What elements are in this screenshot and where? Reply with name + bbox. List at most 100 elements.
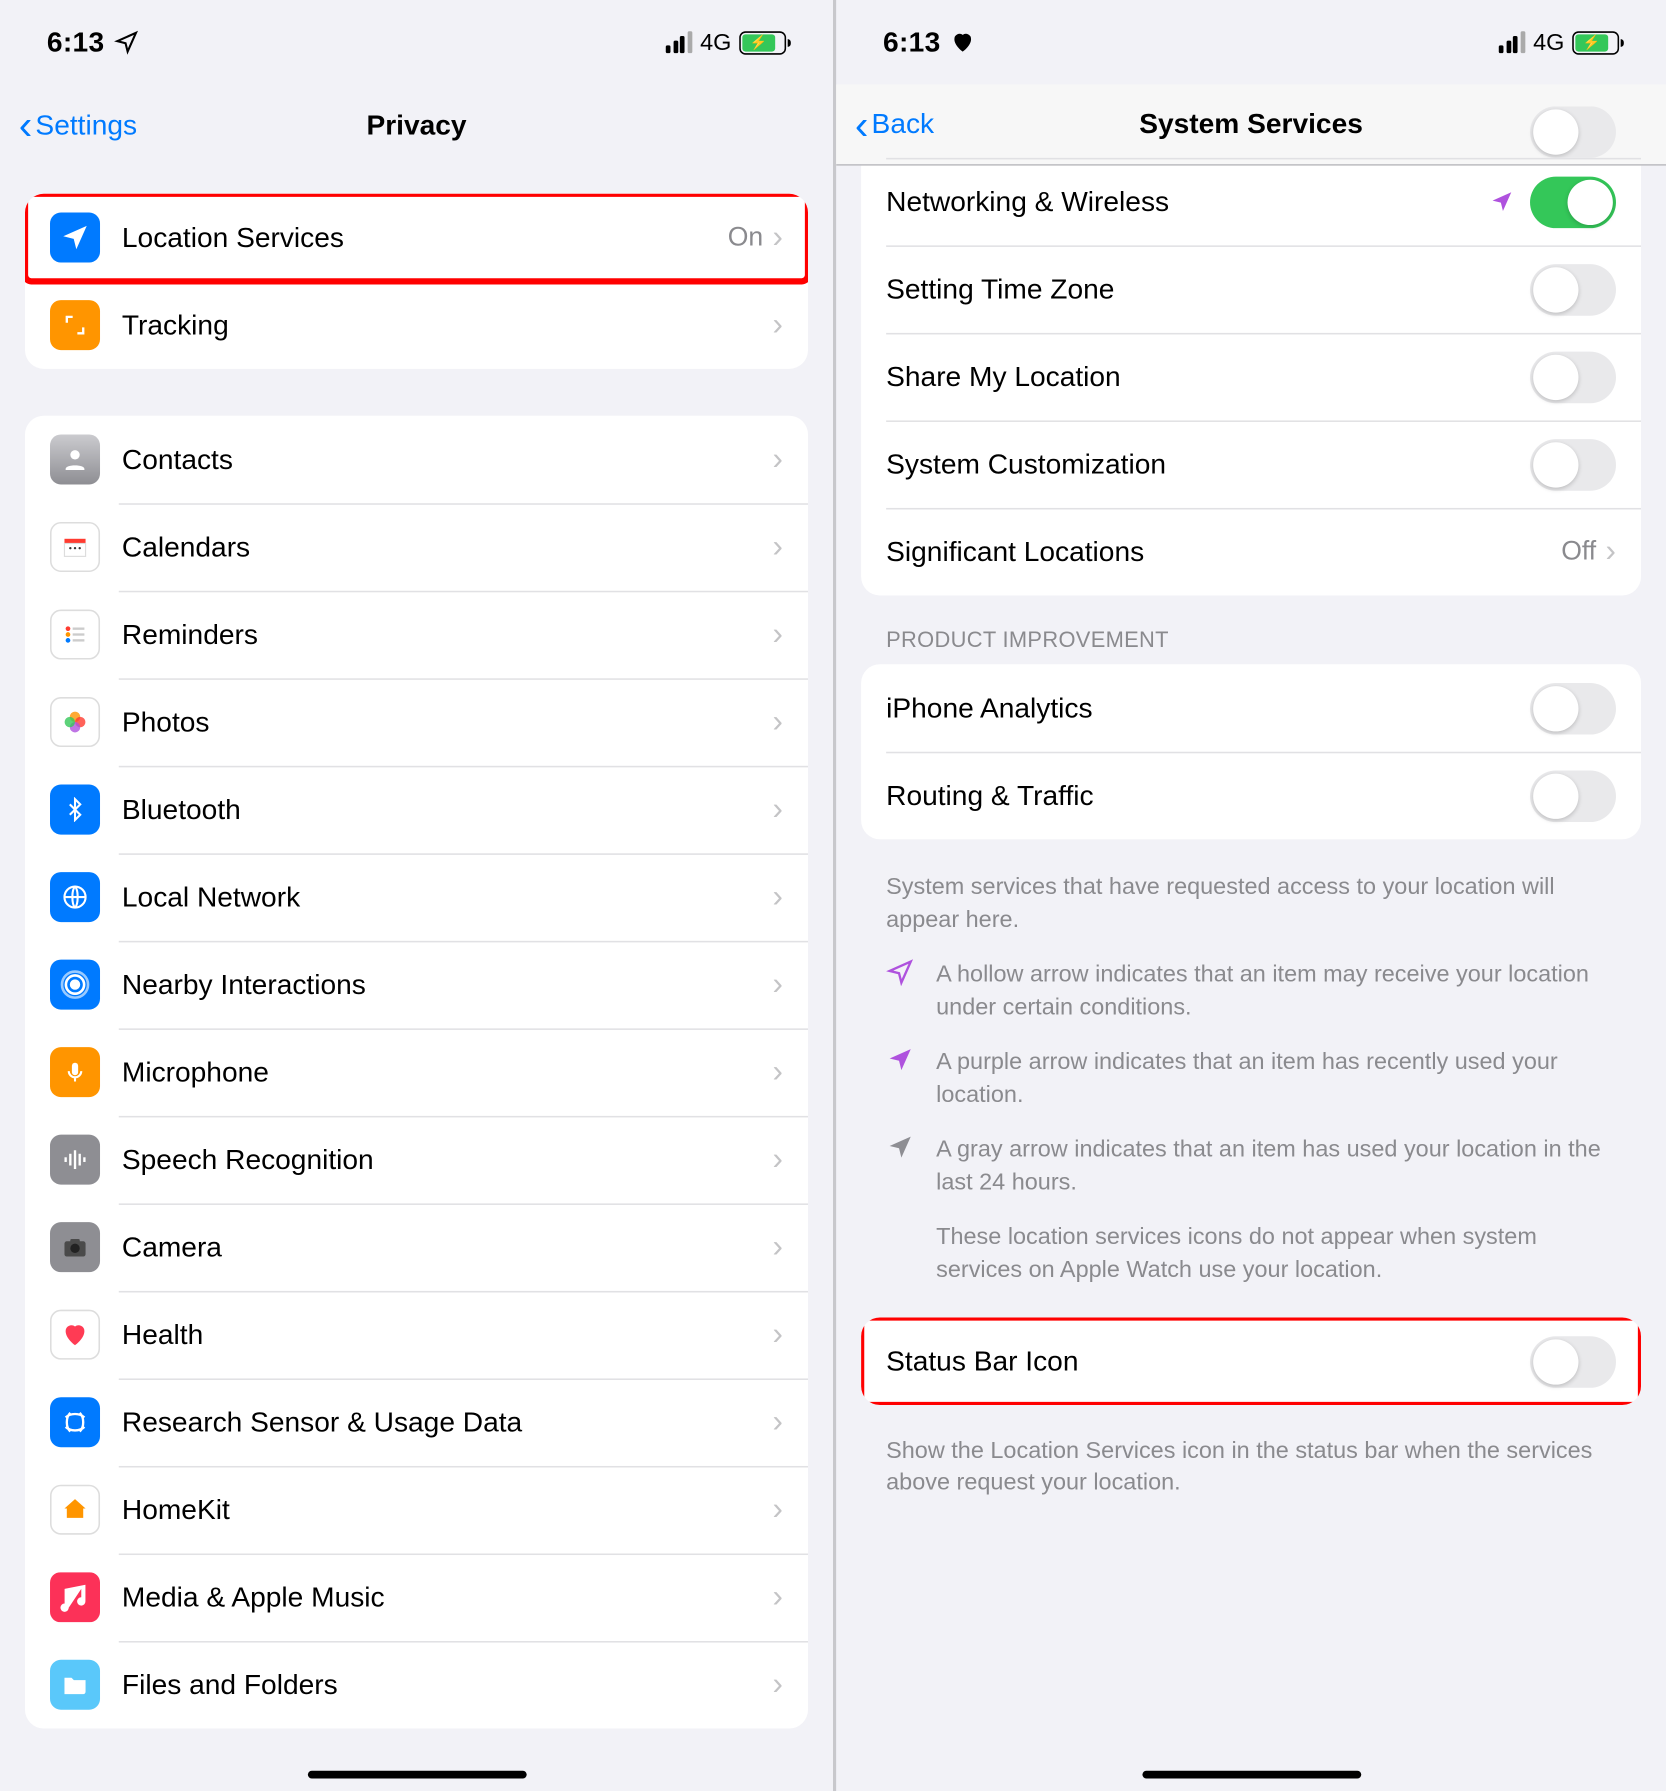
- nearby-interactions-icon: [50, 960, 100, 1010]
- row-routing-traffic[interactable]: Routing & Traffic: [861, 752, 1641, 840]
- chevron-right-icon: ›: [773, 1319, 783, 1350]
- system-services-group-2: iPhone Analytics Routing & Traffic: [861, 664, 1641, 839]
- row-camera[interactable]: Camera ›: [25, 1203, 808, 1291]
- row-photos[interactable]: Photos ›: [25, 678, 808, 766]
- row-microphone[interactable]: Microphone ›: [25, 1028, 808, 1116]
- row-significant-locations[interactable]: Significant Locations Off›: [861, 508, 1641, 596]
- chevron-right-icon: ›: [773, 706, 783, 737]
- motion-calib-toggle[interactable]: [1530, 106, 1616, 158]
- location-arrow-icon: [1489, 189, 1514, 214]
- legend-intro: System services that have requested acce…: [886, 871, 1616, 937]
- status-bar-icon-toggle[interactable]: [1530, 1335, 1616, 1387]
- system-services-screen: 6:13 4G ⚡ ‹ Back System Services . Netwo…: [833, 0, 1666, 1791]
- chevron-right-icon: ›: [773, 1056, 783, 1087]
- row-files-folders[interactable]: Files and Folders ›: [25, 1641, 808, 1729]
- row-calendars[interactable]: Calendars ›: [25, 503, 808, 591]
- camera-icon: [50, 1222, 100, 1272]
- legend-note: These location services icons do not app…: [936, 1221, 1616, 1287]
- privacy-settings-screen: 6:13 4G ⚡ ‹ Settings Privacy Location Se…: [0, 0, 833, 1791]
- back-label: Settings: [35, 109, 137, 142]
- share-my-location-toggle[interactable]: [1530, 351, 1616, 403]
- chevron-right-icon: ›: [773, 619, 783, 650]
- battery-icon: ⚡: [1572, 30, 1619, 53]
- row-label: Research Sensor & Usage Data: [122, 1406, 773, 1439]
- row-value: Off: [1561, 536, 1596, 567]
- row-label: Routing & Traffic: [886, 779, 1530, 812]
- row-label: Status Bar Icon: [886, 1345, 1530, 1378]
- row-label: Local Network: [122, 881, 773, 914]
- row-iphone-analytics[interactable]: iPhone Analytics: [861, 664, 1641, 752]
- signal-icon: [1500, 31, 1526, 53]
- chevron-right-icon: ›: [773, 1407, 783, 1438]
- row-bluetooth[interactable]: Bluetooth ›: [25, 766, 808, 854]
- legend-hollow-text: A hollow arrow indicates that an item ma…: [936, 958, 1616, 1024]
- row-setting-time-zone[interactable]: Setting Time Zone: [861, 245, 1641, 333]
- row-label: Nearby Interactions: [122, 968, 773, 1001]
- row-label: Calendars: [122, 531, 773, 564]
- chevron-right-icon: ›: [773, 1582, 783, 1613]
- system-customization-toggle[interactable]: [1530, 438, 1616, 490]
- chevron-right-icon: ›: [773, 881, 783, 912]
- row-local-network[interactable]: Local Network ›: [25, 853, 808, 941]
- row-label: Setting Time Zone: [886, 273, 1530, 306]
- row-label: Microphone: [122, 1056, 773, 1089]
- system-services-group-1: . Networking & Wireless Setting Time Zon…: [861, 106, 1641, 595]
- calendars-icon: [50, 522, 100, 572]
- row-location-services[interactable]: Location Services On ›: [25, 194, 808, 282]
- status-time: 6:13: [883, 26, 941, 59]
- row-label: Significant Locations: [886, 535, 1561, 568]
- legend-purple-text: A purple arrow indicates that an item ha…: [936, 1046, 1616, 1112]
- files-folders-icon: [50, 1660, 100, 1710]
- row-motion-calib[interactable]: .: [861, 106, 1641, 158]
- location-status-icon: [114, 30, 139, 55]
- row-label: HomeKit: [122, 1493, 773, 1526]
- privacy-group-1: Location Services On › Tracking ›: [25, 194, 808, 369]
- chevron-left-icon: ‹: [19, 105, 33, 146]
- chevron-right-icon: ›: [773, 1494, 783, 1525]
- row-label: Camera: [122, 1231, 773, 1264]
- chevron-right-icon: ›: [773, 1669, 783, 1700]
- row-tracking[interactable]: Tracking ›: [25, 281, 808, 369]
- row-value: On: [728, 222, 763, 253]
- status-bar-icon-group: Status Bar Icon: [861, 1317, 1641, 1405]
- location-arrow-gray-icon: [886, 1133, 917, 1199]
- row-label: Media & Apple Music: [122, 1581, 773, 1614]
- location-arrow-hollow-icon: [886, 958, 917, 1024]
- row-speech-recognition[interactable]: Speech Recognition ›: [25, 1116, 808, 1204]
- row-label: System Customization: [886, 448, 1530, 481]
- chevron-right-icon: ›: [773, 222, 783, 253]
- nav-bar: ‹ Settings Privacy: [0, 84, 833, 165]
- row-homekit[interactable]: HomeKit ›: [25, 1466, 808, 1554]
- row-reminders[interactable]: Reminders ›: [25, 591, 808, 679]
- signal-icon: [667, 31, 693, 53]
- home-indicator[interactable]: [307, 1771, 526, 1779]
- battery-icon: ⚡: [739, 30, 786, 53]
- row-nearby-interactions[interactable]: Nearby Interactions ›: [25, 941, 808, 1029]
- back-button-settings[interactable]: ‹ Settings: [19, 105, 137, 146]
- networking-wireless-toggle[interactable]: [1530, 176, 1616, 228]
- home-indicator[interactable]: [1142, 1771, 1361, 1779]
- location-services-icon: [50, 213, 100, 263]
- chevron-right-icon: ›: [773, 794, 783, 825]
- speech-recognition-icon: [50, 1135, 100, 1185]
- routing-traffic-toggle[interactable]: [1530, 770, 1616, 822]
- status-bar: 6:13 4G ⚡: [836, 0, 1666, 84]
- row-label: Health: [122, 1318, 773, 1351]
- microphone-icon: [50, 1047, 100, 1097]
- privacy-group-2: Contacts › Calendars › Reminders › Photo…: [25, 416, 808, 1729]
- row-label: Speech Recognition: [122, 1143, 773, 1176]
- row-label: Location Services: [122, 221, 728, 254]
- row-system-customization[interactable]: System Customization: [861, 420, 1641, 508]
- health-icon: [50, 1310, 100, 1360]
- row-share-my-location[interactable]: Share My Location: [861, 333, 1641, 421]
- setting-time-zone-toggle[interactable]: [1530, 263, 1616, 315]
- row-status-bar-icon[interactable]: Status Bar Icon: [861, 1317, 1641, 1405]
- row-contacts[interactable]: Contacts ›: [25, 416, 808, 504]
- chevron-right-icon: ›: [773, 444, 783, 475]
- row-networking-wireless[interactable]: Networking & Wireless: [861, 158, 1641, 246]
- row-label: iPhone Analytics: [886, 692, 1530, 725]
- row-health[interactable]: Health ›: [25, 1291, 808, 1379]
- row-research-sensor[interactable]: Research Sensor & Usage Data ›: [25, 1378, 808, 1466]
- row-media-music[interactable]: Media & Apple Music ›: [25, 1553, 808, 1641]
- iphone-analytics-toggle[interactable]: [1530, 682, 1616, 734]
